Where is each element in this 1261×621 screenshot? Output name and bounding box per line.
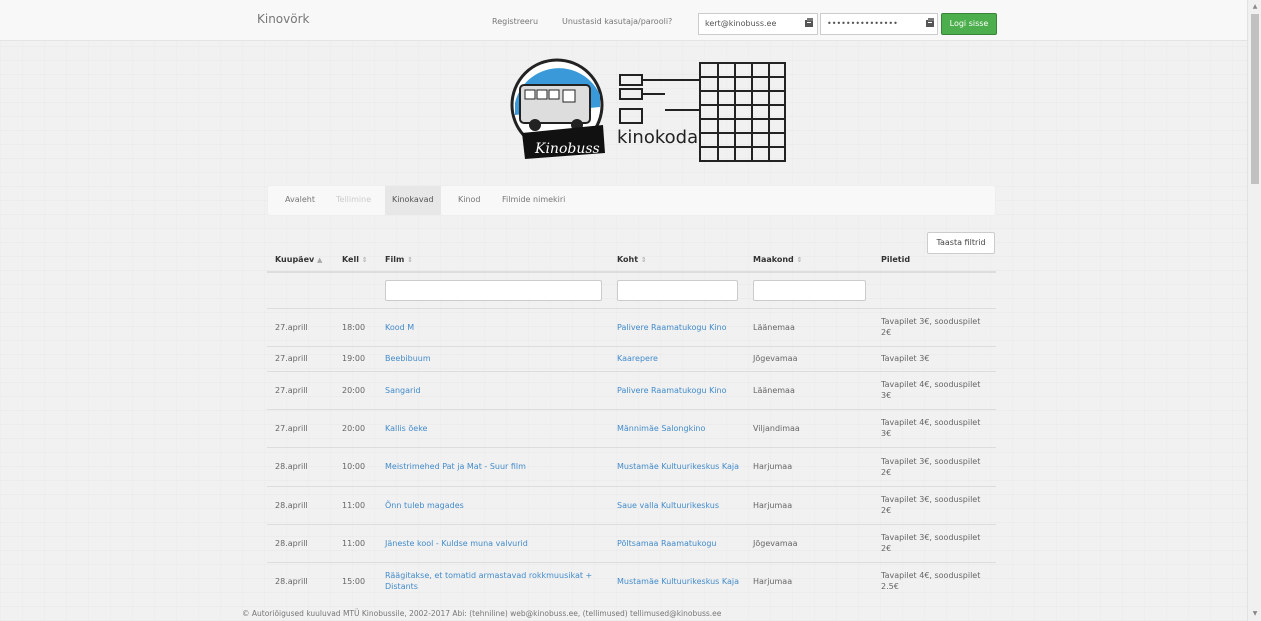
- tab-avaleht[interactable]: Avaleht: [285, 195, 315, 204]
- cell-county: Läänemaa: [753, 322, 795, 332]
- tab-kinokavad[interactable]: Kinokavad: [385, 186, 441, 215]
- sort-icon: ⇕: [361, 256, 368, 264]
- cell-film-link[interactable]: Kallis õeke: [385, 423, 610, 434]
- column-header-tickets: Piletid: [881, 255, 911, 264]
- cell-place-link[interactable]: Mustamäe Kultuurikeskus Kaja: [617, 461, 742, 472]
- sort-asc-icon: ▲: [317, 256, 323, 264]
- kinokoda-logo: Kinobuss: [510, 58, 786, 162]
- brand-link[interactable]: Kinovörk: [257, 12, 309, 26]
- forgot-password-link[interactable]: Unustasid kasutaja/parooli?: [562, 17, 672, 26]
- scroll-up-icon[interactable]: ▲: [1251, 3, 1259, 11]
- cell-county: Läänemaa: [753, 385, 795, 395]
- cell-place-link[interactable]: Saue valla Kultuurikeskus: [617, 500, 742, 511]
- cell-film-link[interactable]: Kood M: [385, 322, 610, 333]
- cell-tickets: Tavapilet 4€, sooduspilet 2.5€: [881, 571, 981, 591]
- cell-place-link[interactable]: Põltsamaa Raamatukogu: [617, 538, 742, 549]
- cell-tickets: Tavapilet 3€, sooduspilet 2€: [881, 533, 981, 553]
- cell-tickets: Tavapilet 3€, sooduspilet 2€: [881, 317, 981, 337]
- top-navbar: Kinovörk Registreeru Unustasid kasutaja/…: [0, 0, 1247, 41]
- row-divider: [267, 409, 996, 410]
- cell-film-link[interactable]: Jäneste kool - Kuldse muna valvurid: [385, 538, 610, 549]
- cell-tickets: Tavapilet 3€: [881, 354, 930, 363]
- film-filter-input[interactable]: [385, 280, 602, 301]
- cell-place-link[interactable]: Männimäe Salongkino: [617, 423, 742, 434]
- main-nav-tabs: Avaleht Tellimine Kinokavad Kinod Filmid…: [267, 185, 996, 216]
- tab-tellimine[interactable]: Tellimine: [336, 195, 371, 204]
- cell-time: 11:00: [342, 500, 366, 510]
- cell-date: 28.aprill: [275, 462, 308, 471]
- cell-film-link[interactable]: Õnn tuleb magades: [385, 500, 610, 511]
- row-divider: [267, 371, 996, 372]
- cell-county: Jõgevamaa: [753, 538, 798, 548]
- scroll-down-icon[interactable]: ▼: [1251, 610, 1259, 618]
- cell-date: 27.aprill: [275, 354, 308, 363]
- header-divider: [267, 271, 996, 273]
- cell-county: Harjumaa: [753, 462, 793, 471]
- reset-filters-button[interactable]: Taasta filtrid: [927, 232, 995, 254]
- password-value: •••••••••••••••: [827, 19, 898, 28]
- cell-date: 27.aprill: [275, 322, 308, 332]
- row-divider: [267, 486, 996, 487]
- cell-date: 28.aprill: [275, 538, 308, 548]
- cell-county: Jõgevamaa: [753, 354, 798, 363]
- sort-icon: ⇕: [796, 256, 803, 264]
- cell-place-link[interactable]: Palivere Raamatukogu Kino: [617, 385, 742, 396]
- email-field[interactable]: kert@kinobuss.ee: [698, 13, 818, 35]
- password-manager-icon[interactable]: [804, 18, 815, 29]
- cell-place-link[interactable]: Mustamäe Kultuurikeskus Kaja: [617, 576, 742, 587]
- cell-film-link[interactable]: Meistrimehed Pat ja Mat - Suur film: [385, 461, 610, 472]
- cell-tickets: Tavapilet 4€, sooduspilet 3€: [881, 418, 981, 438]
- column-header-date[interactable]: Kuupäev ▲: [275, 255, 322, 264]
- cell-date: 27.aprill: [275, 423, 308, 433]
- cell-tickets: Tavapilet 4€, sooduspilet 3€: [881, 380, 981, 400]
- row-divider: [267, 346, 996, 347]
- cell-time: 18:00: [342, 322, 366, 332]
- cell-place-link[interactable]: Palivere Raamatukogu Kino: [617, 322, 742, 333]
- row-divider: [267, 308, 996, 309]
- row-divider: [267, 447, 996, 448]
- cell-tickets: Tavapilet 3€, sooduspilet 2€: [881, 456, 981, 477]
- sort-icon: ⇕: [407, 256, 413, 264]
- scrollbar-thumb[interactable]: [1251, 14, 1259, 184]
- footer-text: © Autoriõigused kuuluvad MTÜ Kinobussile…: [242, 609, 722, 618]
- cell-film-link[interactable]: Räägitakse, et tomatid armastavad rokkmu…: [385, 570, 610, 592]
- cell-county: Harjumaa: [753, 500, 793, 510]
- cell-time: 20:00: [342, 385, 366, 395]
- cell-date: 28.aprill: [275, 500, 308, 510]
- login-button[interactable]: Logi sisse: [941, 13, 997, 35]
- cell-county: Viljandimaa: [753, 423, 800, 433]
- place-filter-input[interactable]: [617, 280, 738, 301]
- cell-county: Harjumaa: [753, 576, 793, 586]
- column-header-county[interactable]: Maakond ⇕: [753, 255, 802, 264]
- cell-time: 19:00: [342, 354, 366, 363]
- cell-time: 10:00: [342, 462, 366, 471]
- row-divider: [267, 524, 996, 525]
- register-link[interactable]: Registreeru: [492, 17, 538, 26]
- tab-filmide-nimekiri[interactable]: Filmide nimekiri: [502, 195, 565, 204]
- column-header-film[interactable]: Film ⇕: [385, 255, 413, 264]
- email-value: kert@kinobuss.ee: [705, 19, 777, 28]
- cell-time: 11:00: [342, 538, 366, 548]
- cell-tickets: Tavapilet 3€, sooduspilet 2€: [881, 495, 981, 515]
- password-manager-icon[interactable]: [925, 18, 936, 29]
- county-filter-input[interactable]: [753, 280, 866, 301]
- sort-icon: ⇕: [640, 256, 647, 264]
- password-field[interactable]: •••••••••••••••: [820, 13, 938, 35]
- cell-time: 15:00: [342, 576, 366, 586]
- svg-text:Kinobuss: Kinobuss: [534, 141, 600, 157]
- cell-date: 28.aprill: [275, 576, 308, 586]
- column-header-place[interactable]: Koht ⇕: [617, 255, 647, 264]
- logo-wordmark: kinokoda: [617, 127, 699, 148]
- column-header-time[interactable]: Kell ⇕: [342, 255, 368, 264]
- page-scrollbar[interactable]: ▲ ▼: [1247, 0, 1261, 621]
- cell-film-link[interactable]: Beebibuum: [385, 353, 610, 364]
- cell-film-link[interactable]: Sangarid: [385, 385, 610, 396]
- cell-time: 20:00: [342, 423, 366, 433]
- cell-place-link[interactable]: Kaarepere: [617, 353, 742, 364]
- cell-date: 27.aprill: [275, 385, 308, 395]
- row-divider: [267, 562, 996, 563]
- tab-kinod[interactable]: Kinod: [458, 195, 481, 204]
